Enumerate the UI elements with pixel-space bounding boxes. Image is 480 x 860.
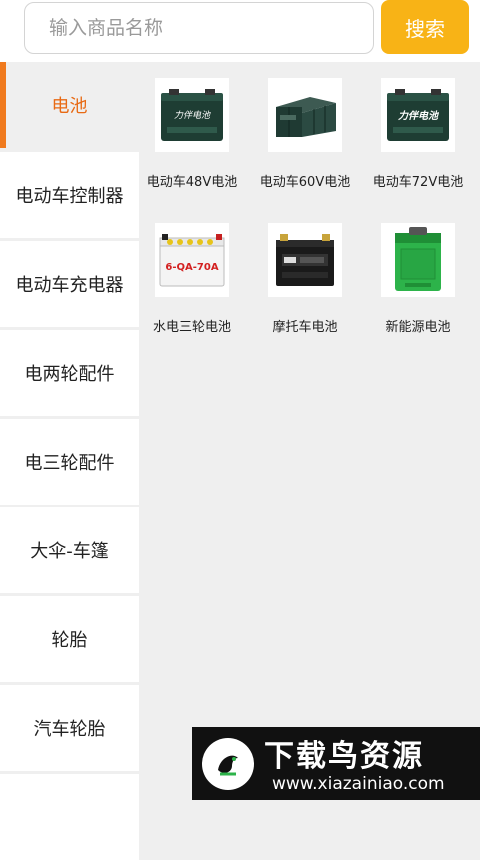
energy-battery-icon	[395, 227, 441, 291]
product-card[interactable]: 力伴电池 电动车72V电池	[366, 62, 478, 202]
watermark-title: 下载鸟资源	[264, 739, 424, 774]
product-image	[268, 78, 342, 152]
battery-label: 力伴电池	[174, 110, 211, 121]
product-image: 6-QA-70A	[155, 223, 229, 297]
search-button[interactable]: 搜索	[381, 0, 469, 54]
battery-icon: 力伴电池	[161, 89, 223, 141]
sidebar-item-label: 大伞-车篷	[30, 541, 109, 562]
product-card[interactable]: 新能源电池	[366, 207, 478, 347]
battery-pack-icon	[276, 97, 336, 137]
product-card[interactable]: 力伴电池 电动车48V电池	[140, 62, 252, 202]
product-image: 力伴电池	[155, 78, 229, 152]
product-name: 电动车48V电池	[146, 175, 238, 190]
sidebar-item-more[interactable]	[0, 774, 139, 860]
sidebar-item-ev-charger[interactable]: 电动车充电器	[0, 241, 139, 327]
product-name: 摩托车电池	[272, 320, 338, 335]
bird-logo-icon	[202, 738, 254, 790]
product-name: 新能源电池	[385, 320, 451, 335]
car-battery-icon: 6-QA-70A	[159, 234, 225, 287]
sidebar-item-label: 电两轮配件	[24, 364, 115, 385]
product-card[interactable]: 摩托车电池	[253, 207, 365, 347]
sidebar-item-ev-controller[interactable]: 电动车控制器	[0, 152, 139, 238]
sidebar-item-three-wheel-parts[interactable]: 电三轮配件	[0, 419, 139, 505]
product-image	[268, 223, 342, 297]
product-name: 电动车60V电池	[259, 175, 351, 190]
product-image	[381, 223, 455, 297]
sidebar-item-label: 轮胎	[51, 630, 88, 651]
sidebar-item-label: 电动车充电器	[15, 275, 124, 296]
product-name: 电动车72V电池	[372, 175, 464, 190]
sidebar-item-battery[interactable]: 电池	[0, 62, 139, 148]
watermark-banner: 下载鸟资源 www.xiazainiao.com	[192, 727, 480, 800]
sidebar-item-umbrella-canopy[interactable]: 大伞-车篷	[0, 507, 139, 593]
product-card[interactable]: 电动车60V电池	[253, 62, 365, 202]
motorcycle-battery-icon	[276, 234, 334, 286]
search-bar: 搜索	[0, 0, 480, 62]
sidebar-item-label: 电动车控制器	[15, 186, 124, 207]
sidebar-item-label: 电池	[51, 96, 88, 117]
watermark-url: www.xiazainiao.com	[272, 774, 445, 794]
sidebar-item-car-tires[interactable]: 汽车轮胎	[0, 685, 139, 771]
battery-label: 力伴电池	[398, 110, 440, 122]
sidebar-item-tires[interactable]: 轮胎	[0, 596, 139, 682]
product-grid: 力伴电池 电动车48V电池 电动车60V电池 力伴电池 电动车72V电池 6-Q…	[140, 62, 480, 462]
sidebar-item-label: 汽车轮胎	[33, 719, 106, 740]
sidebar-item-two-wheel-parts[interactable]: 电两轮配件	[0, 330, 139, 416]
product-card[interactable]: 6-QA-70A 水电三轮电池	[140, 207, 252, 347]
bird-icon	[210, 746, 246, 782]
product-image: 力伴电池	[381, 78, 455, 152]
product-name: 水电三轮电池	[152, 320, 231, 335]
search-input[interactable]	[24, 2, 374, 54]
sidebar-item-label: 电三轮配件	[24, 453, 115, 474]
category-sidebar: 电池 电动车控制器 电动车充电器 电两轮配件 电三轮配件 大伞-车篷 轮胎 汽车…	[0, 62, 140, 860]
battery-icon: 力伴电池	[387, 89, 449, 141]
battery-label: 6-QA-70A	[165, 262, 218, 273]
